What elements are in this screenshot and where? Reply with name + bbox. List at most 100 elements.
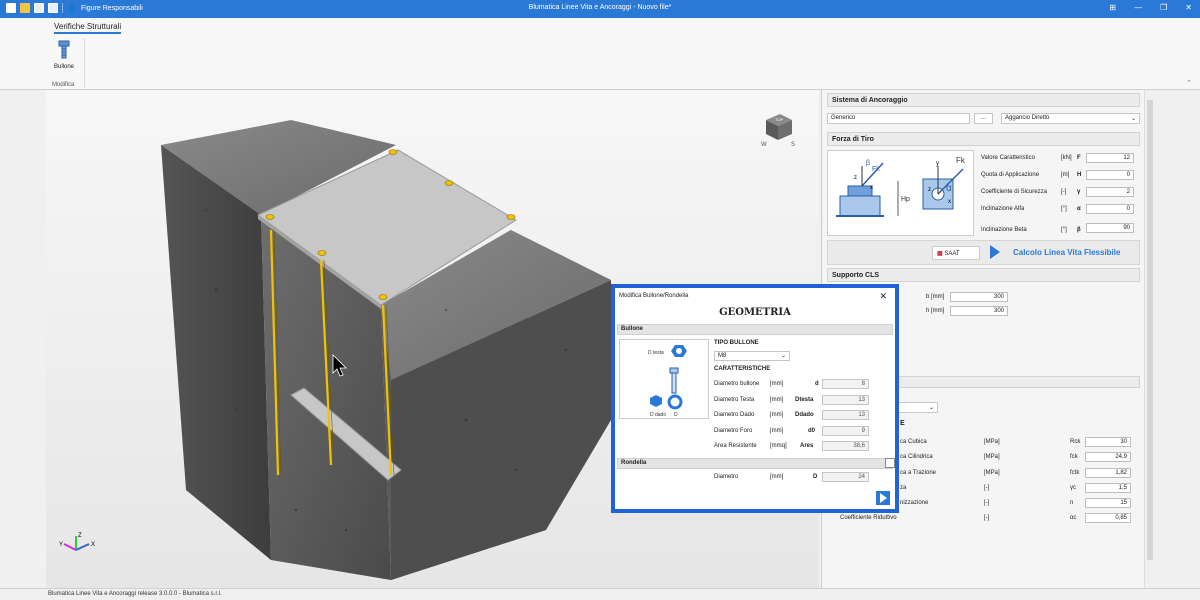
svg-text:Hp: Hp [901, 196, 910, 203]
inclinazione-beta-input[interactable]: 90 [1086, 223, 1134, 233]
diametro-testa-label: Diametro Testa [714, 397, 755, 403]
quota-applicazione-label: Quota di Applicazione [981, 172, 1040, 178]
calcolo-linea-vita-button[interactable]: Calcolo Linea Vita Flessibile [1013, 248, 1120, 257]
play-icon [880, 493, 887, 503]
n-input[interactable]: 15 [1085, 498, 1131, 508]
svg-text:Y: Y [59, 542, 63, 548]
supporto-cls-header: Supporto CLS [827, 268, 1140, 282]
calcolo-bar: ▦ SAAT Calcolo Linea Vita Flessibile [827, 240, 1140, 265]
symbol-label: αc [1070, 515, 1077, 521]
svg-text:D testa: D testa [648, 350, 664, 356]
quota-applicazione-input[interactable]: 0 [1086, 170, 1134, 180]
svg-text:α: α [946, 183, 952, 194]
symbol-label: d0 [808, 428, 816, 434]
tipo-bullone-select[interactable]: M8 ⌄ [714, 351, 790, 361]
bullone-button[interactable]: Bullone [50, 40, 78, 70]
unit-label: [°] [1061, 227, 1067, 233]
maximize-icon[interactable]: ❐ [1160, 3, 1167, 12]
symbol-label: fctk [1070, 470, 1080, 476]
minimize-icon[interactable]: — [1134, 3, 1142, 12]
symbol-label: F [1077, 155, 1081, 161]
saat-icon: ▦ [937, 251, 943, 257]
area-resistente-label: Area Resistente [714, 443, 757, 449]
symbol-label: Ddado [795, 412, 814, 418]
svg-text:D: D [674, 412, 678, 418]
diametro-rondella-label: Diametro [714, 474, 739, 480]
aggancio-value: Aggancio Diretto [1005, 115, 1050, 121]
unit-label: [MPa] [984, 470, 1000, 476]
symbol-label: n [1070, 500, 1074, 506]
forza-tiro-header: Forza di Tiro [827, 132, 1140, 146]
rondella-section-header: Rondella [617, 458, 893, 469]
chevron-down-icon: ⌄ [928, 405, 934, 411]
fctk-input[interactable]: 1,82 [1085, 468, 1131, 478]
diametro-dado-label: Diametro Dado [714, 412, 755, 418]
svg-text:W: W [761, 142, 767, 148]
svg-text:TOP: TOP [775, 117, 783, 122]
diametro-bullone-label: Diametro bullone [714, 381, 760, 387]
view-cube[interactable]: TOP W S [758, 108, 798, 148]
diametro-dado-value: 13 [822, 410, 869, 420]
diametro-bullone-value: 8 [822, 379, 869, 389]
unit-label: [mm] [770, 397, 784, 403]
bolt-icon [58, 40, 70, 59]
symbol-label: β [1077, 227, 1081, 233]
group-modifica: Modifica [52, 82, 75, 88]
inclinazione-alfa-input[interactable]: 0 [1086, 204, 1134, 214]
status-bar: Blumatica Linee Vita e Ancoraggi release… [0, 588, 1200, 600]
unit-label: [mm] [770, 428, 784, 434]
unit-label: [mm] [770, 381, 784, 387]
tipo-sistema-field[interactable]: Generico [827, 113, 970, 124]
browse-button[interactable]: ... [974, 113, 993, 124]
inclinazione-alfa-label: Inclinazione Alfa [981, 206, 1025, 212]
symbol-label: Rck [1070, 439, 1081, 445]
resistenza-trazione-label: ca a Trazione [900, 470, 937, 476]
gamma-c-input[interactable]: 1,5 [1085, 483, 1131, 493]
collapse-ribbon-icon[interactable]: ⌃ [1186, 79, 1192, 87]
materiale-select[interactable]: ⌄ [898, 402, 938, 413]
fck-input[interactable]: 24,9 [1085, 452, 1131, 462]
diametro-foro-label: Diametro Foro [714, 428, 753, 434]
rck-input[interactable]: 30 [1085, 437, 1131, 447]
unit-label: [°] [1061, 206, 1067, 212]
coefficiente-sicurezza-input[interactable]: 2 [1086, 187, 1134, 197]
bullone-section-header: Bullone [617, 324, 893, 335]
b-input[interactable]: 300 [950, 292, 1008, 302]
alpha-c-input[interactable]: 0,85 [1085, 513, 1131, 523]
unit-label: [mm] [770, 474, 784, 480]
window-controls: ⊞ — ❐ ✕ [1109, 3, 1192, 12]
restore-layout-icon[interactable]: ⊞ [1109, 3, 1116, 12]
panel-scrollbar[interactable] [1144, 90, 1154, 588]
unit-label: [m] [1061, 172, 1070, 178]
tab-verifiche-strutturali[interactable]: Verifiche Strutturali [54, 22, 122, 34]
valore-caratteristico-input[interactable]: 12 [1086, 153, 1134, 163]
h-input[interactable]: 300 [950, 306, 1008, 316]
confirm-button[interactable] [876, 491, 890, 505]
play-icon[interactable] [990, 245, 1000, 259]
svg-text:z: z [854, 175, 857, 181]
dialog-close-icon[interactable]: ✕ [879, 291, 887, 302]
symbol-label: Ares [800, 443, 814, 449]
h-label: h [mm] [926, 308, 945, 314]
materiale-partial-label: E [900, 420, 905, 427]
symbol-label: γc [1070, 485, 1076, 491]
dialog-title: Modifica Bullone/Rondella [619, 293, 689, 299]
rondella-checkbox[interactable] [885, 458, 895, 468]
omogeneizzazione-label: nizzazione [900, 500, 929, 506]
svg-text:Fk: Fk [872, 166, 880, 173]
bullone-diagram: D testa D dado D [619, 339, 709, 419]
chevron-down-icon: ⌄ [1130, 116, 1136, 122]
symbol-label: H [1077, 172, 1082, 178]
modifica-bullone-dialog: Modifica Bullone/Rondella ✕ GEOMETRIA Bu… [611, 284, 899, 513]
resistenza-cilindrica-label: ca Cilindrica [900, 454, 933, 460]
b-label: b [mm] [926, 294, 945, 300]
saat-button[interactable]: ▦ SAAT [932, 246, 980, 260]
close-icon[interactable]: ✕ [1185, 3, 1192, 12]
svg-text:x: x [948, 199, 951, 205]
dialog-heading: GEOMETRIA [719, 307, 791, 318]
scrollbar-thumb[interactable] [1147, 100, 1153, 560]
unit-label: [MPa] [984, 454, 1000, 460]
window-title: Blumatica Linee Vita e Ancoraggi - Nuovo… [528, 4, 672, 11]
aggancio-select[interactable]: Aggancio Diretto ⌄ [1001, 113, 1140, 124]
coefficiente-riduttivo-label: Coefficiente Riduttivo [840, 515, 897, 521]
